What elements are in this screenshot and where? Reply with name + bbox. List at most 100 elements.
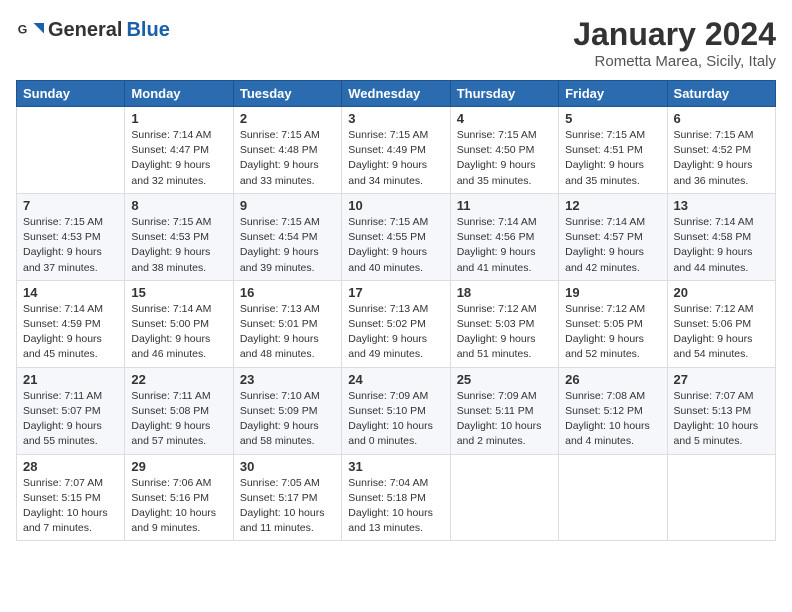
calendar-cell: 7Sunrise: 7:15 AMSunset: 4:53 PMDaylight… xyxy=(17,193,125,280)
calendar-cell: 11 Sunrise: 7:14 AMSunset: 4:56 PMDayligh… xyxy=(450,193,558,280)
day-info: Sunrise: 7:15 AMSunset: 4:52 PMDaylight:… xyxy=(674,128,769,189)
col-header-sunday: Sunday xyxy=(17,81,125,107)
day-info: Sunrise: 7:05 AMSunset: 5:17 PMDaylight:… xyxy=(240,476,335,537)
day-number: 8 xyxy=(131,198,226,213)
day-info: Sunrise: 7:09 AMSunset: 5:11 PMDaylight:… xyxy=(457,389,552,450)
day-info: Sunrise: 7:14 AMSunset: 5:00 PMDaylight:… xyxy=(131,302,226,363)
calendar-cell: 2Sunrise: 7:15 AMSunset: 4:48 PMDaylight… xyxy=(233,107,341,194)
calendar-cell: 30 Sunrise: 7:05 AMSunset: 5:17 PMDayligh… xyxy=(233,454,341,541)
day-info: Sunrise: 7:15 AMSunset: 4:54 PMDaylight:… xyxy=(240,215,335,276)
calendar-cell: 16Sunrise: 7:13 AMSunset: 5:01 PMDayligh… xyxy=(233,280,341,367)
calendar-cell: 1 Sunrise: 7:14 AMSunset: 4:47 PMDaylight… xyxy=(125,107,233,194)
day-info: Sunrise: 7:09 AMSunset: 5:10 PMDaylight:… xyxy=(348,389,443,450)
calendar-week-row: 1 Sunrise: 7:14 AMSunset: 4:47 PMDaylight… xyxy=(17,107,776,194)
day-info: Sunrise: 7:12 AMSunset: 5:03 PMDaylight:… xyxy=(457,302,552,363)
calendar-cell: 25 Sunrise: 7:09 AMSunset: 5:11 PMDayligh… xyxy=(450,367,558,454)
day-number: 22 xyxy=(131,372,226,387)
day-number: 11 xyxy=(457,198,552,213)
calendar-cell: 24 Sunrise: 7:09 AMSunset: 5:10 PMDayligh… xyxy=(342,367,450,454)
calendar-cell: 31 Sunrise: 7:04 AMSunset: 5:18 PMDayligh… xyxy=(342,454,450,541)
calendar-cell: 20 Sunrise: 7:12 AMSunset: 5:06 PMDayligh… xyxy=(667,280,775,367)
calendar-cell: 8 Sunrise: 7:15 AMSunset: 4:53 PMDaylight… xyxy=(125,193,233,280)
day-number: 21 xyxy=(23,372,118,387)
day-info: Sunrise: 7:10 AMSunset: 5:09 PMDaylight:… xyxy=(240,389,335,450)
logo-blue: Blue xyxy=(126,19,169,42)
calendar-cell xyxy=(559,454,667,541)
day-info: Sunrise: 7:07 AMSunset: 5:15 PMDaylight:… xyxy=(23,476,118,537)
day-number: 25 xyxy=(457,372,552,387)
location-subtitle: Rometta Marea, Sicily, Italy xyxy=(573,53,776,70)
day-info: Sunrise: 7:13 AMSunset: 5:01 PMDaylight:… xyxy=(240,302,335,363)
day-info: Sunrise: 7:14 AMSunset: 4:59 PMDaylight:… xyxy=(23,302,118,363)
day-info: Sunrise: 7:12 AMSunset: 5:05 PMDaylight:… xyxy=(565,302,660,363)
day-number: 23 xyxy=(240,372,335,387)
day-number: 1 xyxy=(131,111,226,126)
day-number: 17 xyxy=(348,285,443,300)
col-header-saturday: Saturday xyxy=(667,81,775,107)
calendar-table: SundayMondayTuesdayWednesdayThursdayFrid… xyxy=(16,80,776,541)
day-number: 24 xyxy=(348,372,443,387)
day-info: Sunrise: 7:14 AMSunset: 4:58 PMDaylight:… xyxy=(674,215,769,276)
day-number: 20 xyxy=(674,285,769,300)
calendar-cell: 5Sunrise: 7:15 AMSunset: 4:51 PMDaylight… xyxy=(559,107,667,194)
day-number: 9 xyxy=(240,198,335,213)
day-number: 30 xyxy=(240,459,335,474)
day-info: Sunrise: 7:14 AMSunset: 4:57 PMDaylight:… xyxy=(565,215,660,276)
calendar-cell: 29Sunrise: 7:06 AMSunset: 5:16 PMDayligh… xyxy=(125,454,233,541)
calendar-cell: 23 Sunrise: 7:10 AMSunset: 5:09 PMDayligh… xyxy=(233,367,341,454)
calendar-cell: 15 Sunrise: 7:14 AMSunset: 5:00 PMDayligh… xyxy=(125,280,233,367)
calendar-cell: 13Sunrise: 7:14 AMSunset: 4:58 PMDayligh… xyxy=(667,193,775,280)
day-number: 18 xyxy=(457,285,552,300)
day-number: 29 xyxy=(131,459,226,474)
calendar-cell: 21 Sunrise: 7:11 AMSunset: 5:07 PMDayligh… xyxy=(17,367,125,454)
day-info: Sunrise: 7:08 AMSunset: 5:12 PMDaylight:… xyxy=(565,389,660,450)
day-number: 6 xyxy=(674,111,769,126)
day-number: 26 xyxy=(565,372,660,387)
day-number: 27 xyxy=(674,372,769,387)
day-info: Sunrise: 7:11 AMSunset: 5:07 PMDaylight:… xyxy=(23,389,118,450)
calendar-cell xyxy=(667,454,775,541)
calendar-cell: 19 Sunrise: 7:12 AMSunset: 5:05 PMDayligh… xyxy=(559,280,667,367)
day-info: Sunrise: 7:11 AMSunset: 5:08 PMDaylight:… xyxy=(131,389,226,450)
calendar-cell: 22 Sunrise: 7:11 AMSunset: 5:08 PMDayligh… xyxy=(125,367,233,454)
day-info: Sunrise: 7:13 AMSunset: 5:02 PMDaylight:… xyxy=(348,302,443,363)
calendar-week-row: 7 Sunrise: 7:15 AMSunset: 4:53 PMDaylight… xyxy=(17,193,776,280)
day-info: Sunrise: 7:04 AMSunset: 5:18 PMDaylight:… xyxy=(348,476,443,537)
day-number: 3 xyxy=(348,111,443,126)
col-header-tuesday: Tuesday xyxy=(233,81,341,107)
calendar-cell: 3 Sunrise: 7:15 AMSunset: 4:49 PMDaylight… xyxy=(342,107,450,194)
day-info: Sunrise: 7:15 AMSunset: 4:49 PMDaylight:… xyxy=(348,128,443,189)
calendar-cell: 6 Sunrise: 7:15 AMSunset: 4:52 PMDaylight… xyxy=(667,107,775,194)
calendar-cell: 17 Sunrise: 7:13 AMSunset: 5:02 PMDayligh… xyxy=(342,280,450,367)
day-info: Sunrise: 7:14 AMSunset: 4:47 PMDaylight:… xyxy=(131,128,226,189)
col-header-thursday: Thursday xyxy=(450,81,558,107)
calendar-week-row: 21 Sunrise: 7:11 AMSunset: 5:07 PMDayligh… xyxy=(17,367,776,454)
title-block: January 2024 Rometta Marea, Sicily, Ital… xyxy=(573,16,776,70)
col-header-wednesday: Wednesday xyxy=(342,81,450,107)
calendar-cell: 26 Sunrise: 7:08 AMSunset: 5:12 PMDayligh… xyxy=(559,367,667,454)
day-number: 7 xyxy=(23,198,118,213)
calendar-cell xyxy=(17,107,125,194)
day-number: 19 xyxy=(565,285,660,300)
day-info: Sunrise: 7:12 AMSunset: 5:06 PMDaylight:… xyxy=(674,302,769,363)
calendar-cell: 28Sunrise: 7:07 AMSunset: 5:15 PMDayligh… xyxy=(17,454,125,541)
calendar-cell: 12 Sunrise: 7:14 AMSunset: 4:57 PMDayligh… xyxy=(559,193,667,280)
col-header-friday: Friday xyxy=(559,81,667,107)
calendar-cell: 10Sunrise: 7:15 AMSunset: 4:55 PMDayligh… xyxy=(342,193,450,280)
calendar-cell: 27 Sunrise: 7:07 AMSunset: 5:13 PMDayligh… xyxy=(667,367,775,454)
month-year-title: January 2024 xyxy=(573,16,776,53)
day-info: Sunrise: 7:07 AMSunset: 5:13 PMDaylight:… xyxy=(674,389,769,450)
logo-icon: G xyxy=(16,16,44,44)
page-header: G General Blue January 2024 Rometta Mare… xyxy=(16,16,776,70)
day-number: 31 xyxy=(348,459,443,474)
svg-text:G: G xyxy=(18,23,28,37)
day-number: 15 xyxy=(131,285,226,300)
day-number: 12 xyxy=(565,198,660,213)
calendar-cell: 18 Sunrise: 7:12 AMSunset: 5:03 PMDayligh… xyxy=(450,280,558,367)
day-number: 4 xyxy=(457,111,552,126)
day-number: 5 xyxy=(565,111,660,126)
day-info: Sunrise: 7:14 AMSunset: 4:56 PMDaylight:… xyxy=(457,215,552,276)
day-info: Sunrise: 7:15 AMSunset: 4:53 PMDaylight:… xyxy=(131,215,226,276)
day-info: Sunrise: 7:15 AMSunset: 4:50 PMDaylight:… xyxy=(457,128,552,189)
logo-general: General xyxy=(48,19,122,42)
